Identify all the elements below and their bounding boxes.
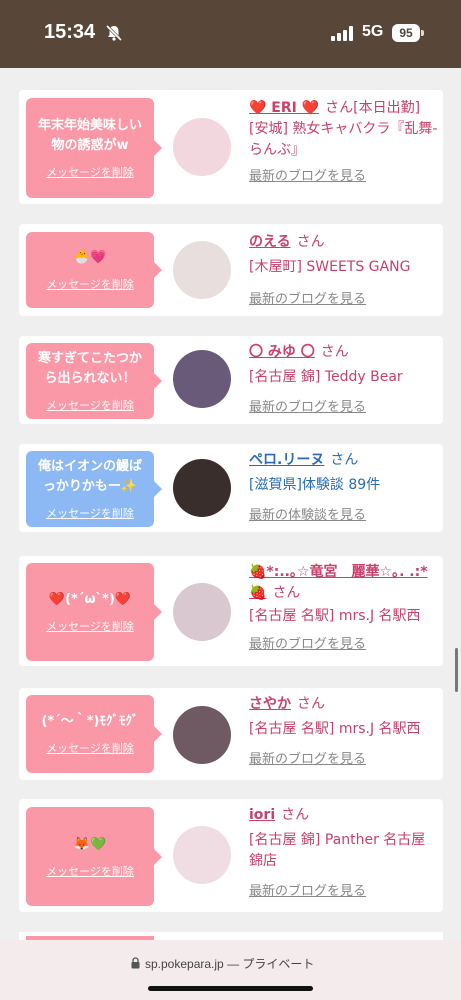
work-status: [本日出勤] [353, 100, 421, 116]
review-count: [滋賀県]体験談 89件 [249, 477, 381, 493]
profile-name-link[interactable]: 〇 みゆ 〇 [249, 344, 315, 360]
message-text: (*´〜｀*)ﾓｸﾞﾓｸﾞ [41, 714, 139, 729]
delete-message-link[interactable]: メッセージを削除 [46, 164, 134, 180]
url-domain: sp.pokepara.jp [145, 957, 224, 971]
network-type: 5G [362, 23, 384, 40]
avatar[interactable] [173, 118, 231, 176]
latest-blog-link[interactable]: 最新のブログを見る [249, 882, 439, 902]
message-bubble: 年末年始美味しい物の誘惑がw メッセージを削除 [26, 98, 162, 198]
honorific: さん [296, 234, 325, 250]
battery-tip [421, 30, 424, 36]
shop-name: [名古屋 錦] Teddy Bear [249, 369, 403, 385]
latest-blog-link[interactable]: 最新のブログを見る [249, 167, 439, 187]
profile-name-link[interactable]: iori [249, 807, 275, 823]
latest-blog-link[interactable]: 最新のブログを見る [249, 290, 439, 310]
honorific: さん [272, 585, 301, 601]
delete-message-link[interactable]: メッセージを削除 [46, 618, 134, 634]
profile-info: 〇 みゆ 〇さん [名古屋 錦] Teddy Bear 最新のブログを見る [249, 342, 439, 418]
message-bubble: 俺はイオンの鰻ばっかりかもー✨ メッセージを削除 [26, 451, 162, 527]
status-time: 15:34 [44, 21, 96, 43]
message-text: 🐣💗 [73, 250, 107, 265]
latest-blog-link[interactable]: 最新のブログを見る [249, 635, 439, 655]
battery-icon: 95 [392, 24, 420, 42]
latest-review-link[interactable]: 最新の体験談を見る [249, 506, 439, 526]
honorific: さん [297, 696, 325, 712]
profile-name-link[interactable]: さやか [249, 696, 291, 712]
profile-info: ❤️ ERI ❤️ さん[本日出勤] [安城] 熟女キャバクラ『乱舞-らんぶ』 最… [249, 98, 439, 187]
shop-name: [安城] 熟女キャバクラ『乱舞-らんぶ』 [249, 121, 438, 158]
message-card: 俺はイオンの鰻ばっかりかもー✨ メッセージを削除 ペロ.リーヌ さん [滋賀県]体… [19, 444, 443, 532]
avatar[interactable] [173, 241, 231, 299]
shop-name: [名古屋 錦] Panther 名古屋錦店 [249, 832, 426, 869]
private-label: — プライベート [227, 957, 315, 971]
delete-message-link[interactable]: メッセージを削除 [46, 505, 134, 521]
avatar[interactable] [173, 350, 231, 408]
profile-info: 🍓*:..｡☆竜宮 麗華☆｡. .:*🍓 さん [名古屋 名駅] mrs.J 名駅… [249, 562, 439, 655]
message-card: ❤️(*´ω`*)❤️ メッセージを削除 🍓*:..｡☆竜宮 麗華☆｡. .:*… [19, 556, 443, 666]
avatar[interactable] [173, 583, 231, 641]
message-bubble: ❤️(*´ω`*)❤️ メッセージを削除 [26, 563, 162, 661]
honorific: さん [330, 452, 359, 468]
avatar[interactable] [173, 459, 231, 517]
status-bar: 15:34 5G 95 [0, 0, 461, 68]
honorific: さん [281, 807, 310, 823]
url-text[interactable]: sp.pokepara.jp — プライベート [145, 955, 314, 972]
latest-blog-link[interactable]: 最新のブログを見る [249, 750, 439, 770]
bell-slash-icon [105, 24, 123, 42]
profile-name-link[interactable]: ❤️ ERI ❤️ [249, 100, 319, 116]
shop-name: [名古屋 名駅] mrs.J 名駅西 [249, 721, 421, 737]
avatar[interactable] [173, 826, 231, 884]
message-bubble: 🦊💚 メッセージを削除 [26, 807, 162, 906]
latest-blog-link[interactable]: 最新のブログを見る [249, 398, 439, 418]
delete-message-link[interactable]: メッセージを削除 [46, 740, 134, 756]
scrollbar-thumb[interactable] [455, 648, 458, 692]
profile-info: ペロ.リーヌ さん [滋賀県]体験談 89件 最新の体験談を見る [249, 450, 439, 526]
message-text: ❤️(*´ω`*)❤️ [48, 592, 132, 607]
message-card: 🦊💚 メッセージを削除 iori さん [名古屋 錦] Panther 名古屋錦店… [19, 799, 443, 912]
honorific: さん [320, 344, 349, 360]
honorific: さん [325, 100, 354, 116]
profile-info: さやか さん [名古屋 名駅] mrs.J 名駅西 最新のブログを見る [249, 694, 439, 770]
avatar[interactable] [173, 706, 231, 764]
delete-message-link[interactable]: メッセージを削除 [46, 276, 134, 292]
message-text: 俺はイオンの鰻ばっかりかもー✨ [37, 459, 142, 494]
delete-message-link[interactable]: メッセージを削除 [46, 863, 134, 879]
shop-name: [名古屋 名駅] mrs.J 名駅西 [249, 608, 421, 624]
message-card: (*´〜｀*)ﾓｸﾞﾓｸﾞ メッセージを削除 さやか さん [名古屋 名駅] mr… [19, 688, 443, 780]
signal-icon [331, 26, 353, 41]
message-card: 寒すぎてこたつから出られない！ メッセージを削除 〇 みゆ 〇さん [名古屋 錦… [19, 336, 443, 424]
message-bubble: (*´〜｀*)ﾓｸﾞﾓｸﾞ メッセージを削除 [26, 695, 162, 773]
profile-name-link[interactable]: のえる [249, 234, 291, 250]
profile-name-link[interactable]: ペロ.リーヌ [249, 452, 324, 468]
message-text: 寒すぎてこたつから出られない！ [37, 351, 142, 386]
home-indicator[interactable] [148, 986, 313, 991]
shop-name: [木屋町] SWEETS GANG [249, 259, 411, 275]
message-card: 年末年始美味しい物の誘惑がw メッセージを削除 ❤️ ERI ❤️ さん[本日出勤… [19, 90, 443, 204]
message-bubble: 🐣💗 メッセージを削除 [26, 232, 162, 308]
profile-info: iori さん [名古屋 錦] Panther 名古屋錦店 最新のブログを見る [249, 805, 439, 902]
message-text: 🦊💚 [73, 836, 107, 852]
lock-icon [131, 957, 140, 969]
delete-message-link[interactable]: メッセージを削除 [46, 397, 134, 413]
message-card: 🐣💗 メッセージを削除 のえる さん [木屋町] SWEETS GANG 最新のブ… [19, 224, 443, 316]
message-bubble: 寒すぎてこたつから出られない！ メッセージを削除 [26, 343, 162, 419]
profile-info: のえる さん [木屋町] SWEETS GANG 最新のブログを見る [249, 232, 439, 310]
message-text: 年末年始美味しい物の誘惑がw [37, 118, 142, 153]
